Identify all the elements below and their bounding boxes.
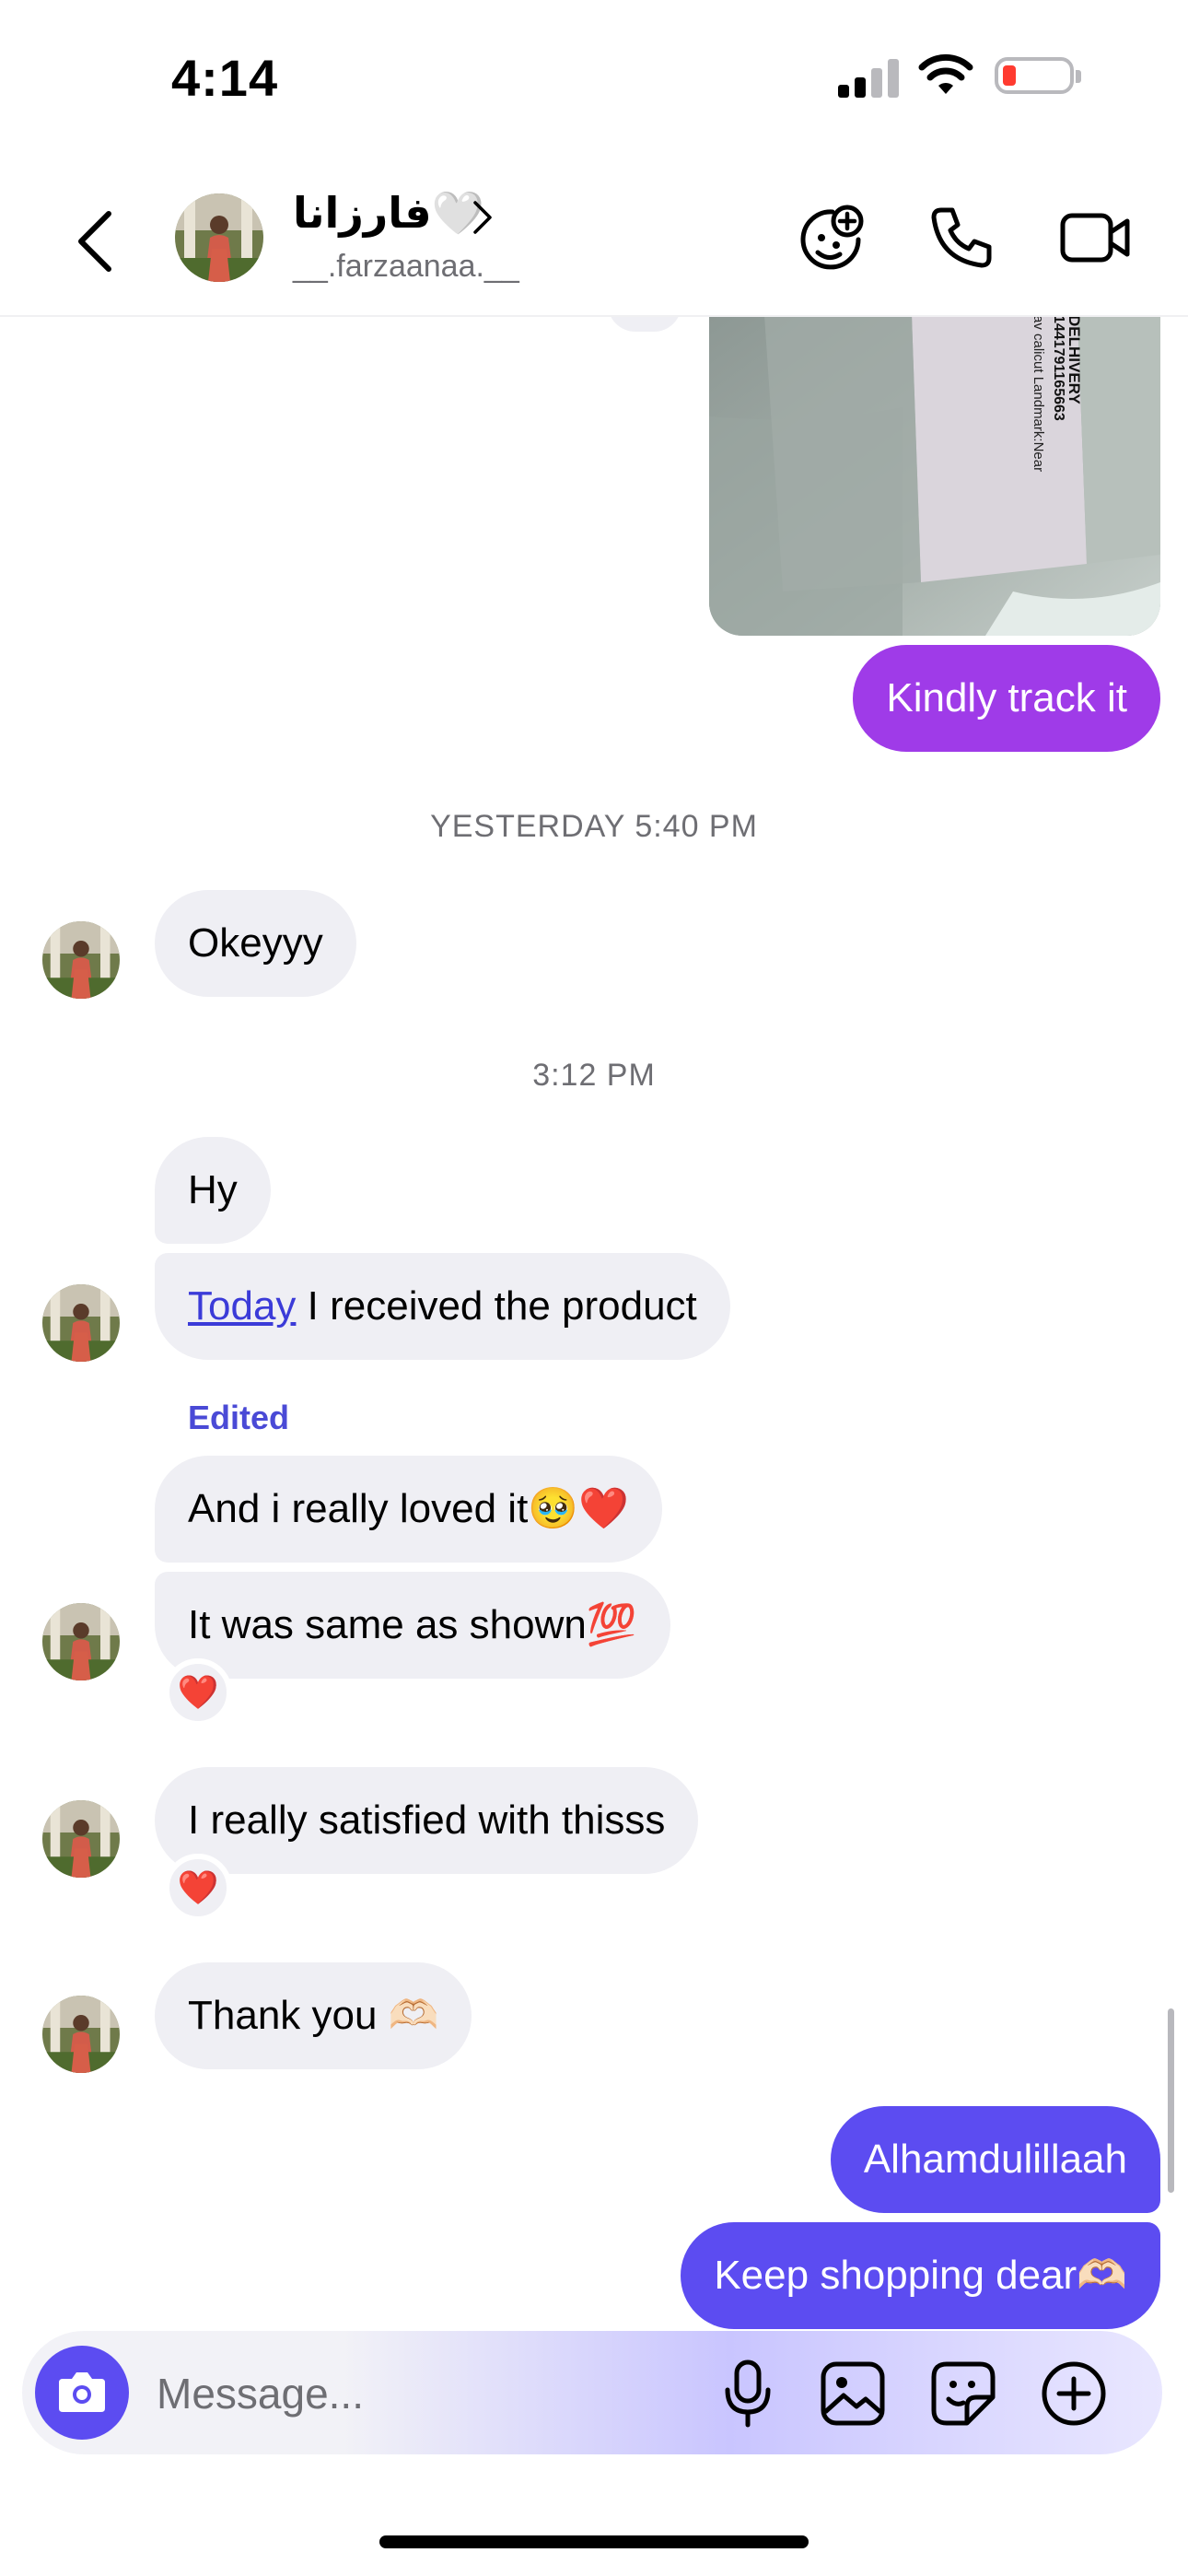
camera-icon bbox=[59, 2372, 105, 2412]
timestamp: YESTERDAY 5:40 PM bbox=[430, 809, 758, 844]
message-input[interactable] bbox=[155, 2359, 674, 2429]
microphone-icon[interactable] bbox=[720, 2359, 775, 2429]
image-icon[interactable] bbox=[820, 2360, 886, 2427]
photo-label-carrier: DELHIVERY bbox=[1066, 315, 1083, 404]
message-incoming[interactable]: Thank you 🫶🏻 bbox=[155, 1962, 472, 2069]
photo-label-address: av calicut Landmark:Near bbox=[1031, 315, 1046, 473]
avatar[interactable] bbox=[42, 1284, 120, 1362]
contact-avatar[interactable] bbox=[175, 193, 263, 282]
wifi-icon bbox=[918, 53, 973, 94]
battery-icon bbox=[995, 57, 1074, 94]
message-incoming[interactable]: And i really loved it🥹❤️ bbox=[155, 1456, 662, 1563]
contact-username[interactable]: __.farzaanaa.__ bbox=[293, 249, 519, 285]
shared-photo[interactable]: DELHIVERY 1441791165663 av calicut Landm… bbox=[709, 315, 1160, 636]
message-outgoing[interactable]: Alhamdulillaah bbox=[830, 2106, 1160, 2213]
date-link[interactable]: Today bbox=[188, 1283, 296, 1329]
message-incoming[interactable]: I really satisfied with thisss bbox=[155, 1767, 699, 1874]
edited-label: Edited bbox=[188, 1399, 290, 1436]
face-plus-icon[interactable] bbox=[798, 203, 868, 273]
phone-icon[interactable] bbox=[928, 205, 995, 271]
battery-tip bbox=[1076, 70, 1081, 83]
message-incoming[interactable]: Okeyyy bbox=[155, 890, 356, 997]
reaction-heart[interactable]: ❤️ bbox=[164, 1854, 232, 1922]
message-outgoing[interactable]: Kindly track it bbox=[853, 645, 1160, 752]
video-camera-icon[interactable] bbox=[1059, 208, 1133, 267]
photo-label-tracking: 1441791165663 bbox=[1051, 315, 1066, 421]
message-incoming[interactable]: It was same as shown💯 bbox=[155, 1572, 670, 1679]
home-indicator[interactable] bbox=[379, 2535, 809, 2548]
avatar[interactable] bbox=[42, 1996, 120, 2073]
chevron-left-icon[interactable] bbox=[74, 208, 116, 275]
avatar[interactable] bbox=[42, 1603, 120, 1680]
contact-name[interactable]: فارزانا🤍 bbox=[293, 188, 484, 239]
cellular-signal-icon bbox=[838, 59, 899, 98]
message-outgoing[interactable]: Keep shopping dear🫶🏻 bbox=[681, 2222, 1160, 2329]
scrollbar[interactable] bbox=[1168, 2008, 1174, 2193]
timestamp: 3:12 PM bbox=[532, 1058, 656, 1093]
camera-button[interactable] bbox=[35, 2346, 129, 2440]
message-incoming[interactable]: Hy bbox=[155, 1137, 271, 1244]
message-incoming[interactable]: Today I received the product bbox=[155, 1253, 730, 1360]
plus-circle-icon[interactable] bbox=[1041, 2360, 1107, 2427]
sticker-icon[interactable] bbox=[930, 2360, 996, 2427]
photo-label: DELHIVERY 1441791165663 av calicut Landm… bbox=[1031, 315, 1087, 472]
reaction-heart[interactable]: ❤️ bbox=[164, 1658, 232, 1727]
avatar[interactable] bbox=[42, 1800, 120, 1878]
status-time: 4:14 bbox=[171, 49, 279, 107]
message-text: I received the product bbox=[296, 1283, 697, 1329]
avatar[interactable] bbox=[42, 921, 120, 999]
chevron-right-icon[interactable] bbox=[472, 199, 494, 236]
